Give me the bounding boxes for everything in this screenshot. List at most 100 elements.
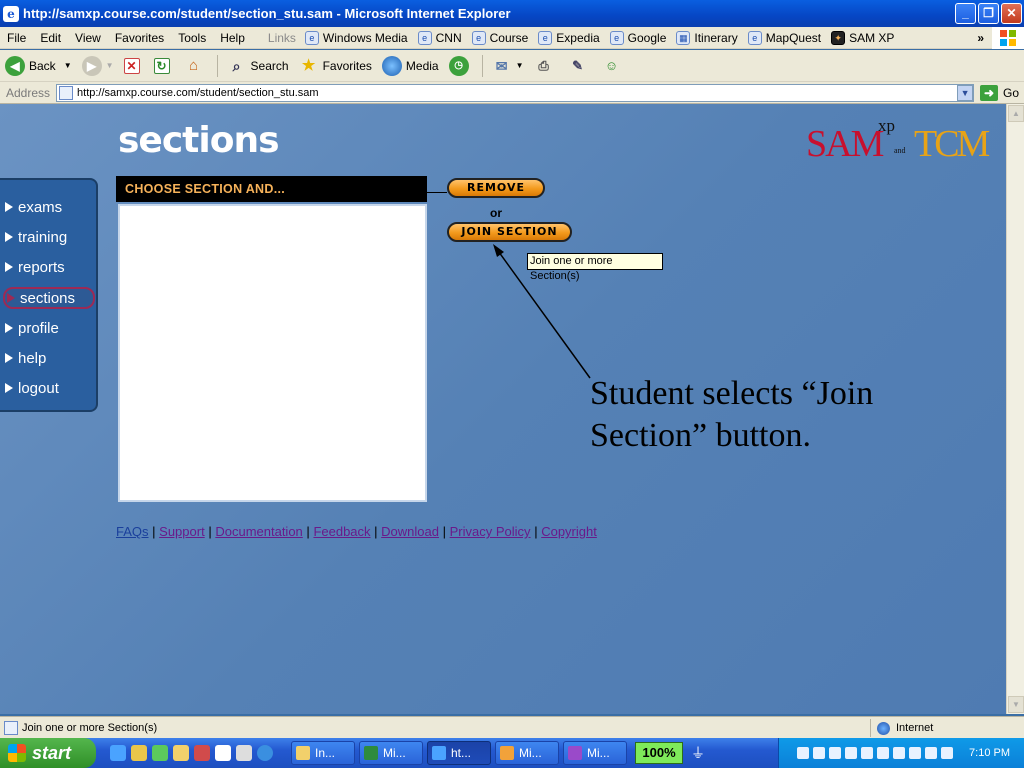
page-icon [59,85,74,100]
footer-link-download[interactable]: Download [381,524,439,539]
quicklaunch-icon[interactable] [152,745,168,761]
back-dropdown-icon[interactable]: ▼ [64,61,72,70]
mail-button[interactable]: ✉ ▼ [487,56,529,76]
menu-favorites[interactable]: Favorites [108,31,171,45]
go-button[interactable]: ➜ Go [980,84,1019,101]
favorites-button[interactable]: ★ Favorites [294,56,377,76]
link-mapquest[interactable]: e MapQuest [743,30,826,45]
scroll-down-icon[interactable]: ▼ [1008,696,1024,713]
refresh-button[interactable]: ↻ [149,57,179,74]
system-tray: 7:10 PM [778,738,1024,768]
page-icon: e [538,30,553,45]
folder-icon[interactable] [173,745,189,761]
link-cnn[interactable]: e CNN [413,30,467,45]
footer-link-copyright[interactable]: Copyright [541,524,597,539]
tray-icon[interactable] [893,747,906,759]
quicklaunch-icon[interactable] [194,745,210,761]
mail-icon: ✉ [495,57,508,74]
star-icon: ★ [301,56,316,74]
taskbar-item[interactable]: Mi... [495,741,559,765]
menu-file[interactable]: File [0,31,33,45]
search-button[interactable]: ⌕ Search [222,56,294,76]
powerpoint-icon [500,746,514,760]
nav-item-exams[interactable]: exams [5,196,93,218]
sam-tcm-logo: SAM xp and TCM [806,116,990,165]
address-dropdown-icon[interactable]: ▼ [957,84,974,101]
ie-quicklaunch-icon[interactable] [110,745,126,761]
go-arrow-icon: ➜ [980,84,999,101]
app-icon [296,746,310,760]
menu-view[interactable]: View [68,31,108,45]
tray-icon[interactable] [845,747,858,759]
triangle-icon [5,353,13,363]
menu-edit[interactable]: Edit [33,31,68,45]
taskbar-item[interactable]: Mi... [359,741,423,765]
home-button[interactable]: ⌂ [179,56,213,76]
taskbar-item[interactable]: In... [291,741,355,765]
footer-link-feedback[interactable]: Feedback [313,524,370,539]
link-itinerary[interactable]: ▦ Itinerary [671,30,742,45]
section-listbox[interactable] [118,204,427,502]
footer-link-faqs[interactable]: FAQs [116,524,149,539]
menubar: File Edit View Favorites Tools Help Link… [0,27,1024,49]
link-windows-media[interactable]: e Windows Media [300,30,413,45]
tray-icon[interactable] [861,747,874,759]
quicklaunch-icon[interactable] [131,745,147,761]
vertical-scrollbar[interactable]: ▲ ▼ [1006,104,1024,714]
chevron-more-icon[interactable]: » [977,31,984,45]
tray-icon[interactable] [829,747,842,759]
address-url: http://samxp.course.com/student/section_… [77,86,319,99]
footer-link-documentation[interactable]: Documentation [215,524,302,539]
nav-item-sections[interactable]: sections [3,287,95,309]
media-button[interactable]: Media [377,55,444,76]
menu-help[interactable]: Help [213,31,252,45]
remove-button[interactable]: REMOVE [447,178,545,198]
tray-icon[interactable] [925,747,938,759]
edit-button[interactable]: ✎ [563,56,597,76]
minimize-button[interactable]: _ [955,3,976,24]
taskbar-item[interactable]: ht... [427,741,491,765]
link-sam-xp[interactable]: ✦ SAM XP [826,30,899,45]
tray-icon[interactable] [813,747,826,759]
nav-item-training[interactable]: training [5,226,93,248]
zoom-indicator[interactable]: 100% [635,742,683,764]
nav-item-profile[interactable]: profile [5,317,93,339]
clock[interactable]: 7:10 PM [969,747,1010,759]
home-icon: ⌂ [189,56,199,74]
quicklaunch-icon[interactable] [215,745,231,761]
links-label: Links [267,30,296,45]
globe-icon[interactable] [257,745,273,761]
link-expedia[interactable]: e Expedia [533,30,604,45]
taskbar-item[interactable]: Mi... [563,741,627,765]
status-bar: Join one or more Section(s) Internet [0,716,1024,738]
address-input[interactable]: http://samxp.course.com/student/section_… [56,83,975,102]
restore-button[interactable]: ❐ [978,3,999,24]
forward-button[interactable]: ▶ ▼ [77,55,119,76]
globe-icon [877,721,890,735]
edit-icon: ✎ [572,57,583,73]
join-section-button[interactable]: JOIN SECTION [447,222,572,242]
nav-item-logout[interactable]: logout [5,377,93,399]
link-course[interactable]: e Course [467,30,534,45]
nav-item-reports[interactable]: reports [5,256,93,278]
tray-icon[interactable] [877,747,890,759]
print-icon: ⎙ [538,57,549,73]
close-button[interactable]: ✕ [1001,3,1022,24]
footer-link-support[interactable]: Support [159,524,205,539]
history-button[interactable]: ◷ [444,55,478,76]
stop-button[interactable]: ✕ [119,57,149,74]
print-button[interactable]: ⎙ [529,56,563,76]
stop-icon: ✕ [123,57,140,74]
scroll-up-icon[interactable]: ▲ [1008,105,1024,122]
messenger-button[interactable]: ☺ [597,56,631,76]
back-button[interactable]: ◀ Back ▼ [0,55,77,76]
nav-item-help[interactable]: help [5,347,93,369]
quicklaunch-icon[interactable] [236,745,252,761]
menu-tools[interactable]: Tools [171,31,213,45]
tray-icon[interactable] [909,747,922,759]
start-button[interactable]: start [0,738,96,768]
tray-icon[interactable] [941,747,954,759]
tray-icon[interactable] [797,747,810,759]
footer-link-privacy-policy[interactable]: Privacy Policy [450,524,531,539]
link-google[interactable]: e Google [605,30,672,45]
